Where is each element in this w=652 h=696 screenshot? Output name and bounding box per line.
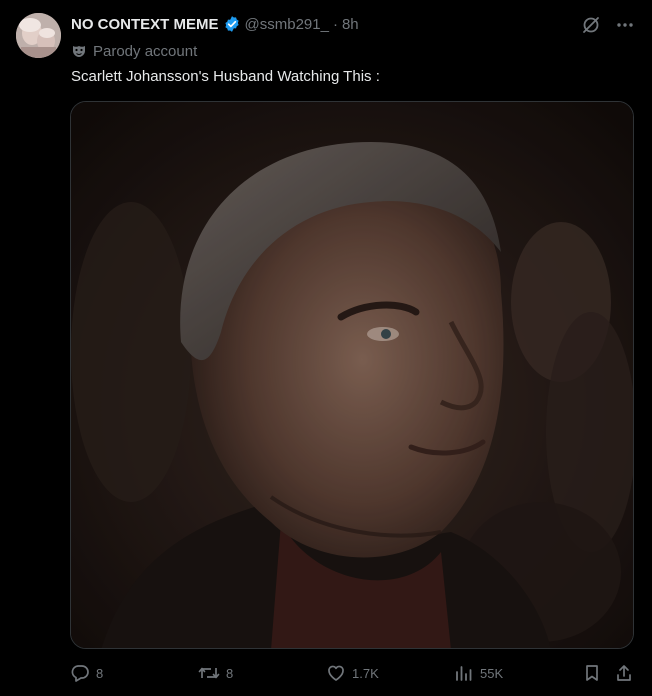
repost-button[interactable]: 8	[198, 660, 233, 686]
share-button[interactable]	[614, 660, 634, 686]
views-button[interactable]: 55K	[454, 660, 503, 686]
photo-of-man-in-cinema-icon	[71, 102, 633, 648]
tweet-text: Scarlett Johansson's Husband Watching Th…	[71, 68, 380, 85]
bookmark-icon	[582, 663, 602, 683]
tweet-header: NO CONTEXT MEME @ssmb291_ · 8h	[71, 13, 359, 35]
views-count: 55K	[480, 665, 504, 681]
like-count: 1.7K	[352, 665, 379, 681]
media-image[interactable]	[70, 101, 634, 649]
share-icon	[614, 663, 634, 683]
like-button[interactable]: 1.7K	[326, 660, 379, 686]
bookmark-button[interactable]	[582, 660, 602, 686]
verified-badge-icon[interactable]	[223, 15, 241, 33]
reply-icon	[70, 663, 90, 683]
tweet[interactable]: NO CONTEXT MEME @ssmb291_ · 8h Parody ac…	[0, 0, 652, 696]
more-icon[interactable]	[614, 14, 636, 36]
action-bar: 8 8 1.7K 55K	[70, 660, 634, 686]
top-actions	[580, 14, 636, 36]
views-icon	[454, 663, 474, 683]
repost-icon	[198, 663, 220, 683]
reply-button[interactable]: 8	[70, 660, 103, 686]
display-name[interactable]: NO CONTEXT MEME	[71, 16, 219, 33]
separator-dot: ·	[332, 15, 338, 33]
avatar[interactable]	[16, 13, 61, 58]
parody-account-label: Parody account	[93, 42, 198, 60]
reply-count: 8	[96, 665, 104, 681]
timestamp[interactable]: 8h	[342, 16, 359, 33]
handle[interactable]: @ssmb291_	[245, 16, 329, 33]
repost-count: 8	[226, 665, 234, 681]
parody-label-row: Parody account	[71, 41, 197, 61]
heart-icon	[326, 663, 346, 683]
grok-icon[interactable]	[580, 14, 602, 36]
mask-icon	[71, 43, 87, 59]
